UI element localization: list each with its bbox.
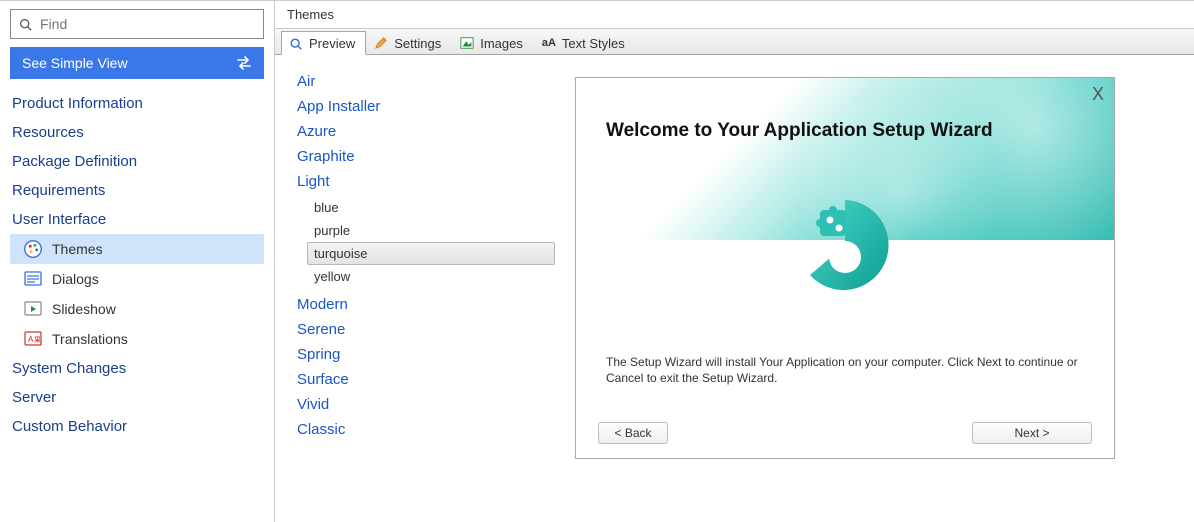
theme-spring[interactable]: Spring: [295, 342, 555, 367]
translations-icon: A 果: [22, 328, 44, 350]
nav-ui-subitems: Themes Dialogs: [10, 234, 264, 354]
search-box[interactable]: [10, 9, 264, 39]
nav-user-interface[interactable]: User Interface: [10, 205, 264, 234]
nav-themes-label: Themes: [52, 241, 103, 257]
svg-text:果: 果: [34, 336, 41, 344]
simple-view-button[interactable]: See Simple View: [10, 47, 264, 79]
tab-images[interactable]: Images: [452, 30, 534, 54]
variant-yellow[interactable]: yellow: [307, 265, 555, 288]
tab-preview-label: Preview: [309, 36, 355, 51]
wizard-close-button[interactable]: X: [1092, 84, 1104, 105]
theme-azure[interactable]: Azure: [295, 119, 555, 144]
theme-list: Air App Installer Azure Graphite Light b…: [275, 55, 575, 522]
app-root: See Simple View Product Information Reso…: [0, 0, 1194, 522]
tab-settings-label: Settings: [394, 36, 441, 51]
variant-turquoise[interactable]: turquoise: [307, 242, 555, 265]
theme-light-variants: blue purple turquoise yellow: [295, 196, 555, 288]
text-icon: aA: [541, 35, 557, 51]
palette-icon: [22, 238, 44, 260]
nav-server[interactable]: Server: [10, 383, 264, 412]
nav-dialogs[interactable]: Dialogs: [10, 264, 264, 294]
search-input[interactable]: [38, 15, 255, 33]
sidebar: See Simple View Product Information Reso…: [0, 1, 275, 522]
simple-view-label: See Simple View: [22, 55, 128, 71]
theme-app-installer[interactable]: App Installer: [295, 94, 555, 119]
tab-settings[interactable]: Settings: [366, 30, 452, 54]
nav: Product Information Resources Package De…: [10, 89, 264, 441]
wizard-window: X Welcome to Your Application Setup Wiza…: [575, 77, 1115, 459]
nav-themes[interactable]: Themes: [10, 234, 264, 264]
wizard-title: Welcome to Your Application Setup Wizard: [606, 120, 993, 142]
wizard-next-button[interactable]: Next >: [972, 422, 1092, 444]
magnifier-icon: [288, 36, 304, 52]
theme-surface[interactable]: Surface: [295, 367, 555, 392]
content-row: Air App Installer Azure Graphite Light b…: [275, 55, 1194, 522]
theme-serene[interactable]: Serene: [295, 317, 555, 342]
theme-light[interactable]: Light: [295, 169, 555, 194]
theme-air[interactable]: Air: [295, 69, 555, 94]
nav-requirements[interactable]: Requirements: [10, 176, 264, 205]
theme-vivid[interactable]: Vivid: [295, 392, 555, 417]
tab-images-label: Images: [480, 36, 523, 51]
variant-purple[interactable]: purple: [307, 219, 555, 242]
nav-package-definition[interactable]: Package Definition: [10, 147, 264, 176]
tab-bar: Preview Settings Images aA Text Styles: [275, 29, 1194, 55]
nav-dialogs-label: Dialogs: [52, 271, 99, 287]
nav-resources[interactable]: Resources: [10, 118, 264, 147]
wizard-body-text: The Setup Wizard will install Your Appli…: [606, 354, 1084, 386]
nav-slideshow[interactable]: Slideshow: [10, 294, 264, 324]
pencil-icon: [373, 35, 389, 51]
wizard-buttons: < Back Next >: [576, 422, 1114, 444]
wizard-back-button[interactable]: < Back: [598, 422, 668, 444]
tab-text-styles-label: Text Styles: [562, 36, 625, 51]
variant-blue[interactable]: blue: [307, 196, 555, 219]
tab-text-styles[interactable]: aA Text Styles: [534, 30, 636, 54]
nav-custom-behavior[interactable]: Custom Behavior: [10, 412, 264, 441]
tab-preview[interactable]: Preview: [281, 31, 366, 55]
image-icon: [459, 35, 475, 51]
preview-area: X Welcome to Your Application Setup Wiza…: [575, 55, 1194, 522]
theme-modern[interactable]: Modern: [295, 292, 555, 317]
page-title: Themes: [275, 1, 1194, 29]
search-icon: [19, 18, 32, 31]
wizard-logo-icon: [790, 190, 900, 300]
dialog-icon: [22, 268, 44, 290]
main-panel: Themes Preview Settings Images: [275, 1, 1194, 522]
nav-product-information[interactable]: Product Information: [10, 89, 264, 118]
nav-translations-label: Translations: [52, 331, 128, 347]
swap-icon: [236, 56, 252, 70]
slideshow-icon: [22, 298, 44, 320]
theme-graphite[interactable]: Graphite: [295, 144, 555, 169]
nav-system-changes[interactable]: System Changes: [10, 354, 264, 383]
theme-classic[interactable]: Classic: [295, 417, 555, 442]
nav-slideshow-label: Slideshow: [52, 301, 116, 317]
nav-translations[interactable]: A 果 Translations: [10, 324, 264, 354]
